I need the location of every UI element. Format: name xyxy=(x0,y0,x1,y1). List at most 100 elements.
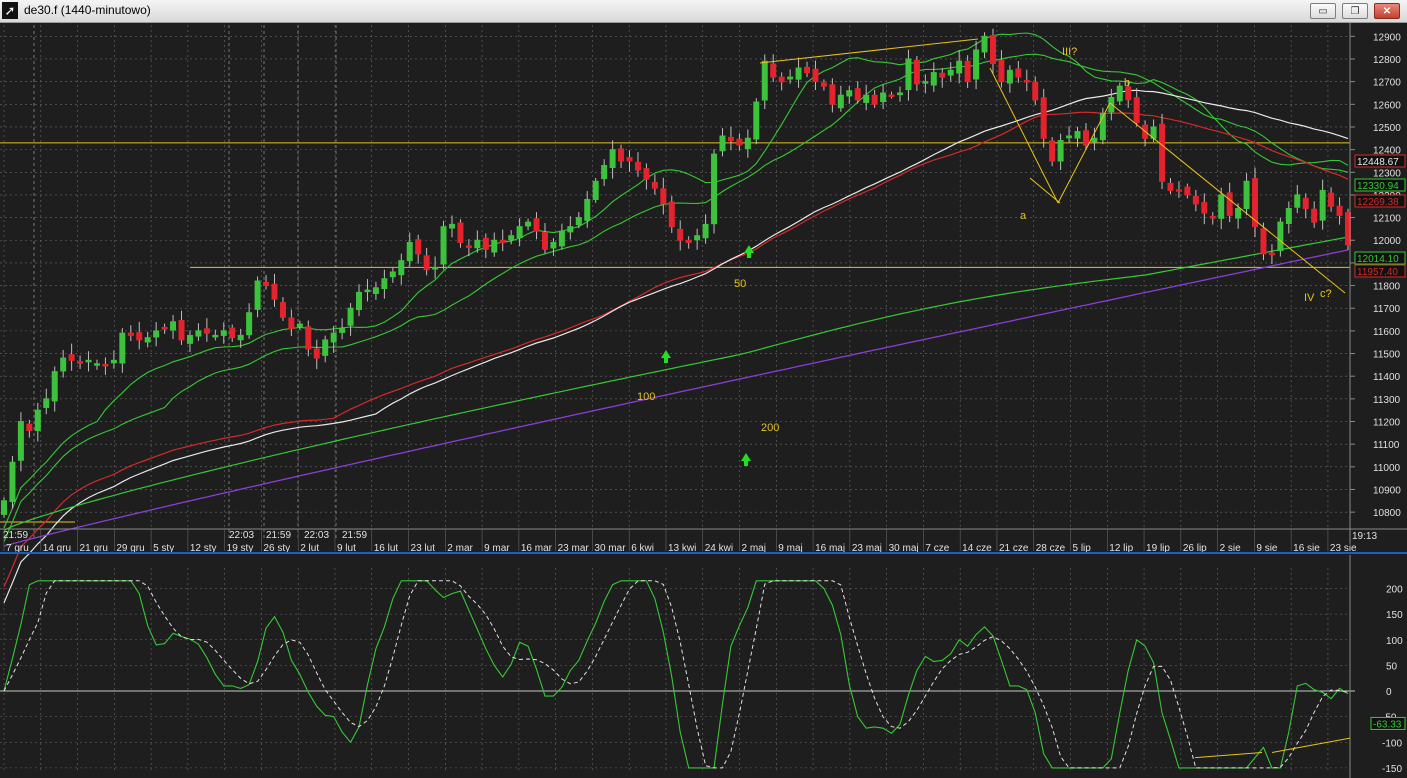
candle-up xyxy=(550,242,557,249)
candle-down xyxy=(1260,228,1267,255)
candle-down xyxy=(499,239,506,244)
candle-up xyxy=(440,226,447,265)
candle-down xyxy=(415,239,422,255)
candle-down xyxy=(1023,80,1030,83)
price-tick-label: 12000 xyxy=(1373,236,1401,247)
candle-down xyxy=(1192,195,1199,205)
candle-up xyxy=(1116,85,1123,102)
candle-up xyxy=(212,334,219,338)
candle-down xyxy=(770,63,777,78)
candle-down xyxy=(288,317,295,330)
candle-up xyxy=(406,242,413,262)
wave-label: 50 xyxy=(734,278,746,290)
candle-down xyxy=(26,423,33,432)
maximize-button[interactable]: ❐ xyxy=(1342,3,1368,19)
candle-up xyxy=(43,398,50,408)
candle-down xyxy=(634,161,641,171)
candle-down xyxy=(1328,192,1335,207)
candle-down xyxy=(161,326,168,330)
candle-down xyxy=(1032,81,1039,101)
candle-down xyxy=(778,76,785,83)
candle-up xyxy=(60,357,67,372)
wave-label: b xyxy=(1124,77,1130,89)
candle-up xyxy=(525,221,532,227)
candle-down xyxy=(102,363,109,367)
candle-up xyxy=(474,239,481,249)
candle-down xyxy=(457,222,464,244)
candle-down xyxy=(541,232,548,250)
candle-up xyxy=(744,137,751,149)
window-title: de30.f (1440-minutowo) xyxy=(24,3,151,17)
candle-up xyxy=(9,461,16,502)
candle-down xyxy=(1336,205,1343,216)
price-tick-label: 11000 xyxy=(1373,463,1401,474)
candle-down xyxy=(1175,189,1182,192)
candle-up xyxy=(584,198,591,221)
candle-up xyxy=(237,334,244,341)
candle-down xyxy=(313,348,320,359)
close-button[interactable]: ✕ xyxy=(1374,3,1400,19)
candle-up xyxy=(1074,130,1081,139)
candle-up xyxy=(339,328,346,333)
candle-down xyxy=(913,59,920,85)
osc-tick-label: 50 xyxy=(1386,661,1398,672)
candle-up xyxy=(761,60,768,101)
minimize-button[interactable]: ▭ xyxy=(1310,3,1336,19)
candle-up xyxy=(719,135,726,152)
price-label: 12330.94 xyxy=(1357,181,1399,192)
candle-down xyxy=(626,157,633,162)
candle-up xyxy=(144,337,151,343)
candle-down xyxy=(829,84,836,105)
candle-up xyxy=(186,334,193,344)
candle-up xyxy=(1277,221,1284,251)
osc-tick-label: -150 xyxy=(1382,764,1402,775)
price-label: 12014.10 xyxy=(1357,254,1399,265)
candle-up xyxy=(398,260,405,276)
candle-up xyxy=(51,371,58,402)
candle-down xyxy=(643,168,650,180)
candle-up xyxy=(905,58,912,91)
candle-down xyxy=(1226,192,1233,216)
candle-up xyxy=(1243,180,1250,210)
candle-up xyxy=(1066,135,1073,139)
candle-down xyxy=(68,354,75,361)
price-tick-label: 11100 xyxy=(1373,440,1400,451)
candle-up xyxy=(575,217,582,226)
candle-down xyxy=(1209,215,1216,219)
candle-down xyxy=(533,218,540,232)
price-label: 12269.38 xyxy=(1357,197,1399,208)
wave-label: c? xyxy=(1320,288,1332,300)
candle-down xyxy=(1201,202,1208,214)
wave-label: a xyxy=(1020,210,1027,222)
price-tick-label: 11400 xyxy=(1373,372,1401,383)
candle-down xyxy=(1040,97,1047,139)
candle-up xyxy=(592,180,599,200)
candle-up xyxy=(153,330,160,338)
candle-down xyxy=(1302,197,1309,210)
candle-down xyxy=(127,332,134,336)
candle-down xyxy=(804,66,811,74)
candle-down xyxy=(854,88,861,101)
candle-up xyxy=(1218,194,1225,219)
candle-up xyxy=(711,153,718,225)
candle-down xyxy=(1015,68,1022,78)
candle-up xyxy=(322,339,329,356)
candle-up xyxy=(947,69,954,76)
candle-up xyxy=(981,35,988,53)
candle-up xyxy=(170,321,177,331)
app-cursor-icon[interactable]: ➚ xyxy=(2,2,18,19)
candle-down xyxy=(465,245,472,248)
osc-value-label: -63.33 xyxy=(1373,719,1402,730)
candle-down xyxy=(812,68,819,83)
price-tick-label: 12500 xyxy=(1373,123,1401,134)
price-tick-label: 12700 xyxy=(1373,78,1401,89)
candle-down xyxy=(685,239,692,244)
candle-up xyxy=(246,312,253,336)
price-tick-label: 11300 xyxy=(1373,395,1401,406)
candle-up xyxy=(880,92,887,103)
chart-area[interactable]: III? b a IV c? 50 100 200 10800 10900 11000 11100 1… xyxy=(0,23,1407,778)
price-tick-label: 10900 xyxy=(1373,485,1401,496)
candle-down xyxy=(820,82,827,87)
candle-up xyxy=(795,67,802,80)
candle-up xyxy=(956,60,963,74)
